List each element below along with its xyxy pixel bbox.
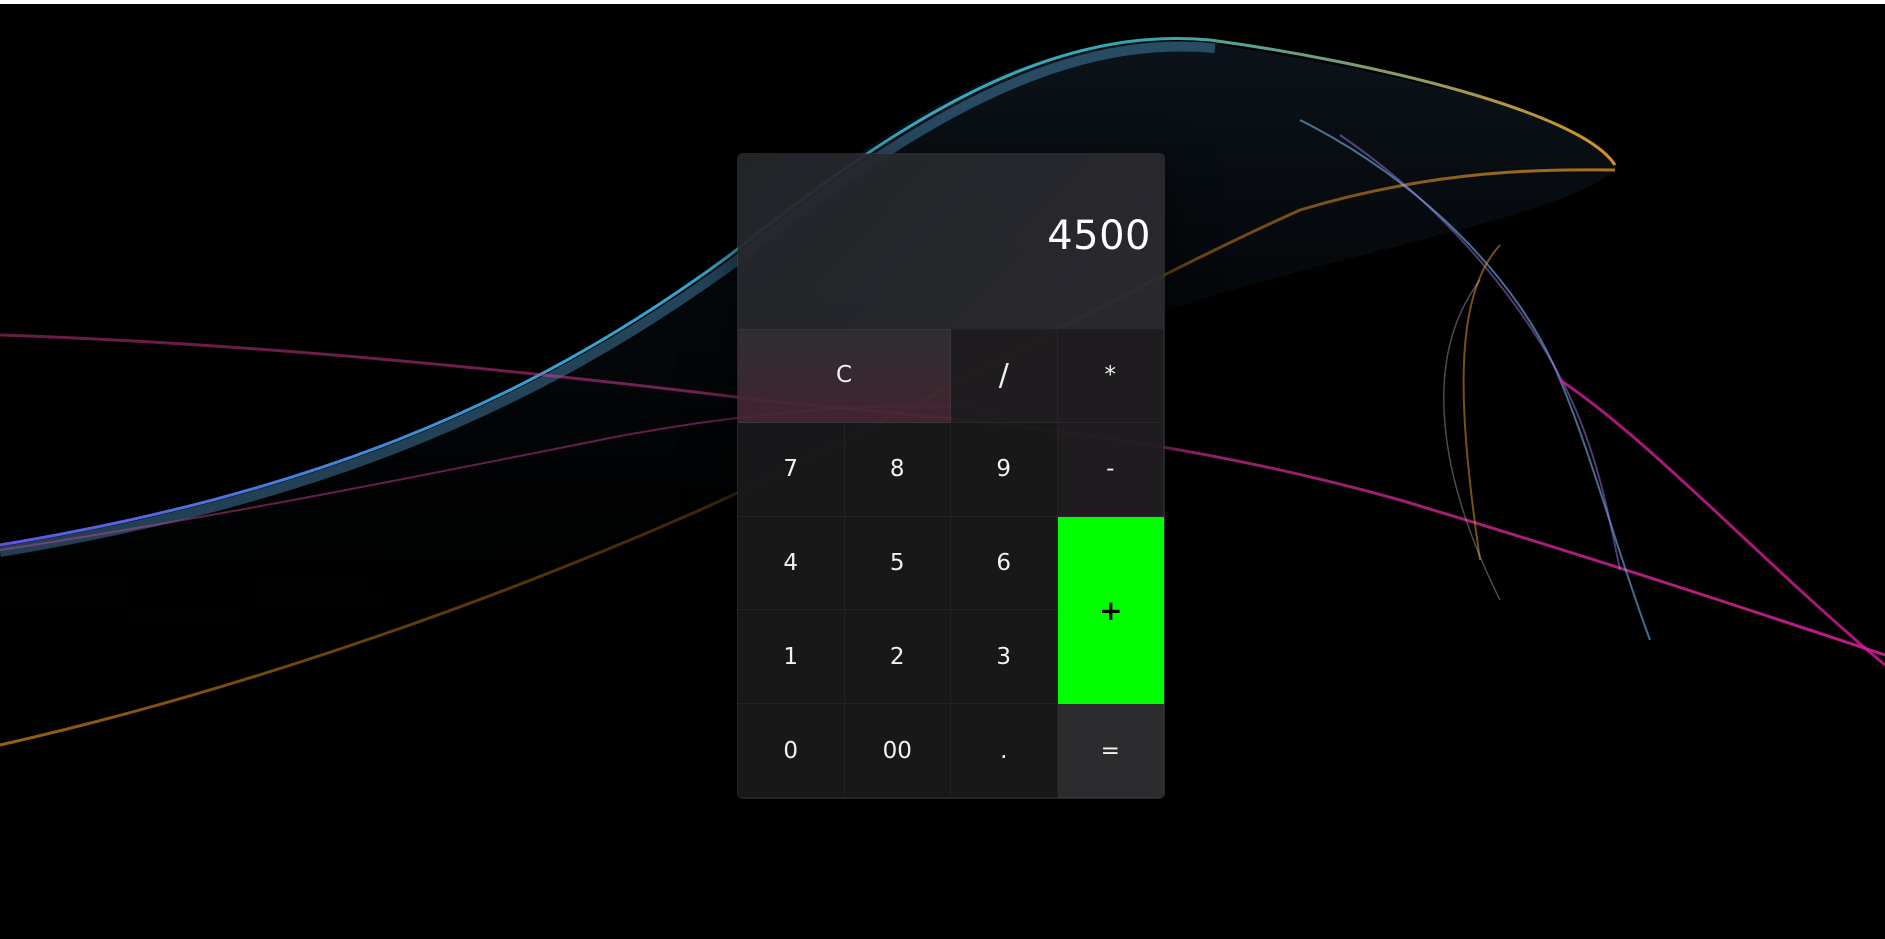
digit-3-button[interactable]: 3 — [951, 610, 1058, 705]
decimal-button[interactable]: . — [951, 704, 1058, 798]
digit-6-button[interactable]: 6 — [951, 516, 1058, 611]
digit-0-button[interactable]: 0 — [738, 704, 845, 798]
calculator: 4500 C / * 7 8 9 - 4 5 6 + 1 2 3 0 00 . … — [737, 153, 1165, 799]
display-value: 4500 — [1047, 213, 1151, 259]
digit-4-button[interactable]: 4 — [738, 516, 845, 611]
digit-7-button[interactable]: 7 — [738, 422, 845, 517]
digit-5-button[interactable]: 5 — [844, 516, 951, 611]
digit-8-button[interactable]: 8 — [844, 422, 951, 517]
divide-button[interactable]: / — [951, 329, 1058, 423]
divide-label: / — [998, 357, 1009, 393]
clear-button[interactable]: C — [738, 329, 951, 423]
keypad: C / * 7 8 9 - 4 5 6 + 1 2 3 0 00 . = — [738, 329, 1164, 798]
digit-9-button[interactable]: 9 — [951, 422, 1058, 517]
display-panel: 4500 — [738, 154, 1164, 330]
double-zero-button[interactable]: 00 — [844, 704, 951, 798]
page: 4500 C / * 7 8 9 - 4 5 6 + 1 2 3 0 00 . … — [0, 0, 1885, 939]
plus-button[interactable]: + — [1057, 516, 1164, 705]
multiply-button[interactable]: * — [1057, 329, 1164, 423]
minus-button[interactable]: - — [1057, 422, 1164, 517]
digit-2-button[interactable]: 2 — [844, 610, 951, 705]
equals-button[interactable]: = — [1057, 704, 1164, 798]
digit-1-button[interactable]: 1 — [738, 610, 845, 705]
